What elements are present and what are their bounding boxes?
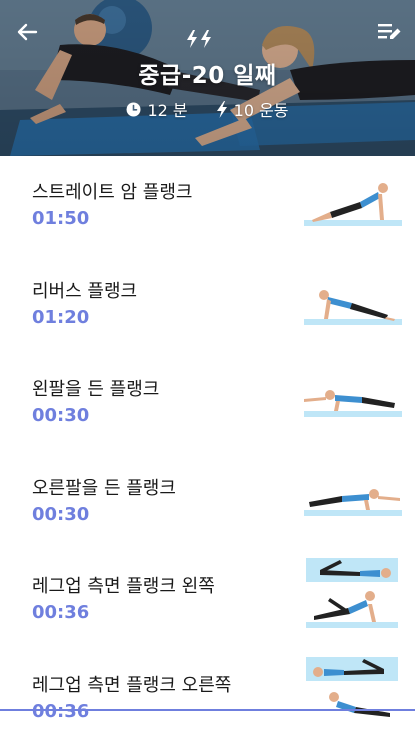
double-bolt-icon [185, 29, 213, 49]
header-banner: 중급-20 일째 12 분 10 운동 [0, 0, 415, 156]
side-plank-leg-up-right-illustration [300, 657, 404, 739]
clock-icon [126, 102, 141, 117]
exercise-name: 리버스 플랭크 [32, 277, 137, 303]
exercise-duration: 01:50 [32, 208, 89, 229]
exercise-row[interactable]: 왼팔을 든 플랭크 00:30 [0, 353, 415, 452]
exercise-list: 스트레이트 암 플랭크 01:50 리버스 플랭크 01:20 왼팔을 든 플랭… [0, 156, 415, 747]
exercise-count-stat: 10 운동 [216, 97, 289, 121]
exercise-row[interactable]: 스트레이트 암 플랭크 01:50 [0, 156, 415, 255]
plank-left-arm-raised-illustration [300, 361, 404, 443]
arrow-left-icon [16, 21, 38, 43]
reverse-plank-illustration [300, 263, 404, 345]
edit-list-icon [377, 21, 401, 43]
bolt-icon [216, 101, 228, 118]
exercise-duration: 01:20 [32, 307, 89, 328]
exercise-name: 오른팔을 든 플랭크 [32, 474, 176, 500]
straight-arm-plank-illustration [300, 164, 404, 246]
page-title: 중급-20 일째 [0, 56, 415, 90]
exercise-name: 왼팔을 든 플랭크 [32, 375, 159, 401]
exercise-row[interactable]: 레그업 측면 플랭크 왼쪽 00:36 [0, 550, 415, 649]
exercise-row[interactable]: 오른팔을 든 플랭크 00:30 [0, 452, 415, 551]
duration-text: 12 분 [147, 97, 187, 121]
exercise-duration: 00:30 [32, 504, 89, 525]
workout-stats: 12 분 10 운동 [0, 97, 415, 121]
exercise-name: 레그업 측면 플랭크 왼쪽 [32, 572, 215, 598]
exercise-row[interactable]: 레그업 측면 플랭크 오른쪽 00:36 [0, 649, 415, 747]
exercise-count-text: 10 운동 [234, 97, 289, 121]
exercise-name: 레그업 측면 플랭크 오른쪽 [32, 671, 231, 697]
exercise-duration: 00:36 [32, 701, 89, 722]
duration-stat: 12 분 [126, 97, 187, 121]
edit-list-button[interactable] [374, 17, 404, 47]
exercise-name: 스트레이트 암 플랭크 [32, 178, 192, 204]
side-plank-leg-up-left-illustration [300, 558, 404, 640]
exercise-duration: 00:30 [32, 405, 89, 426]
back-button[interactable] [12, 17, 42, 47]
exercise-duration: 00:36 [32, 602, 89, 623]
exercise-row[interactable]: 리버스 플랭크 01:20 [0, 255, 415, 354]
plank-right-arm-raised-illustration [300, 460, 404, 542]
